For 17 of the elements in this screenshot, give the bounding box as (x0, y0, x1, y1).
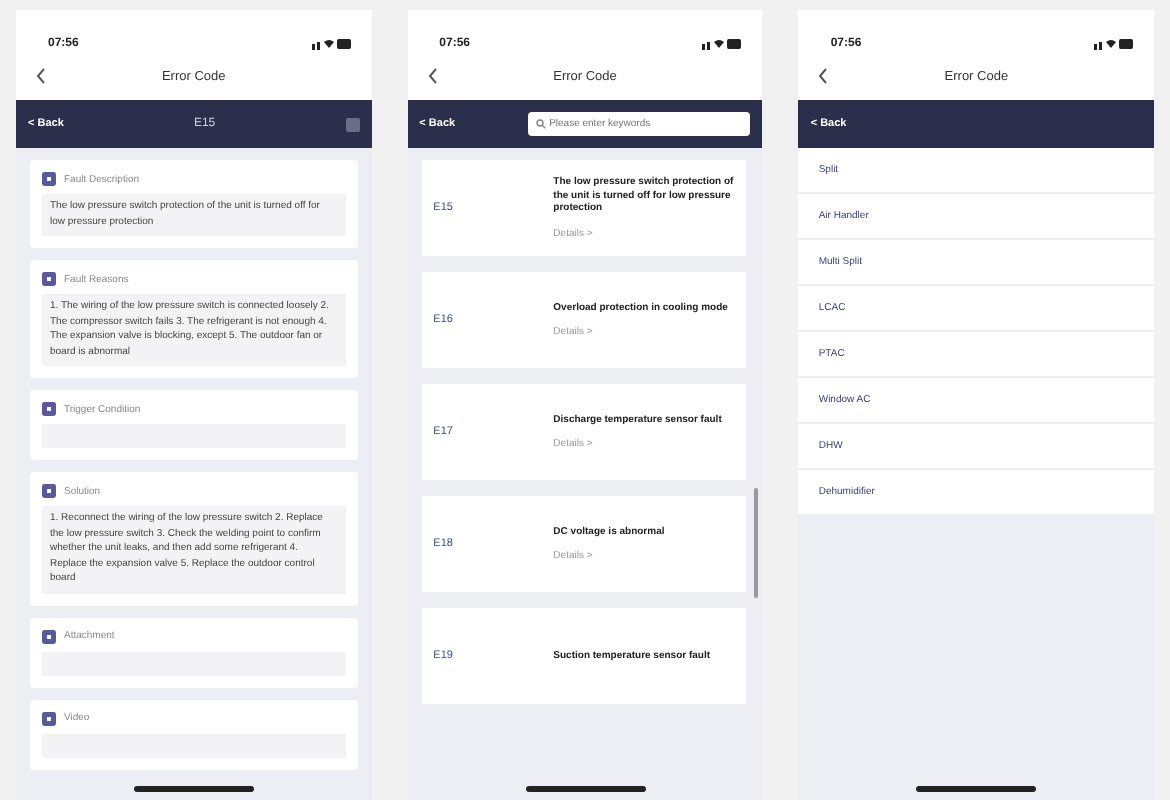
back-chevron-icon[interactable] (427, 68, 438, 84)
back-chevron-icon[interactable] (36, 68, 46, 84)
search-icon (535, 119, 546, 129)
section-icon (42, 172, 56, 186)
scrollbar (754, 488, 759, 598)
section-icon (42, 402, 56, 416)
section-icon (42, 484, 56, 498)
status-icons-drawing (311, 38, 352, 50)
section-icon (42, 629, 56, 643)
status-icons-drawing (1094, 38, 1135, 50)
back-chevron-icon[interactable] (818, 68, 829, 84)
home-indicator (133, 786, 254, 792)
status-icons-drawing (702, 38, 743, 50)
home-indicator (916, 786, 1037, 792)
section-icon (42, 711, 56, 725)
home-indicator (525, 786, 645, 792)
section-icon (42, 272, 56, 286)
